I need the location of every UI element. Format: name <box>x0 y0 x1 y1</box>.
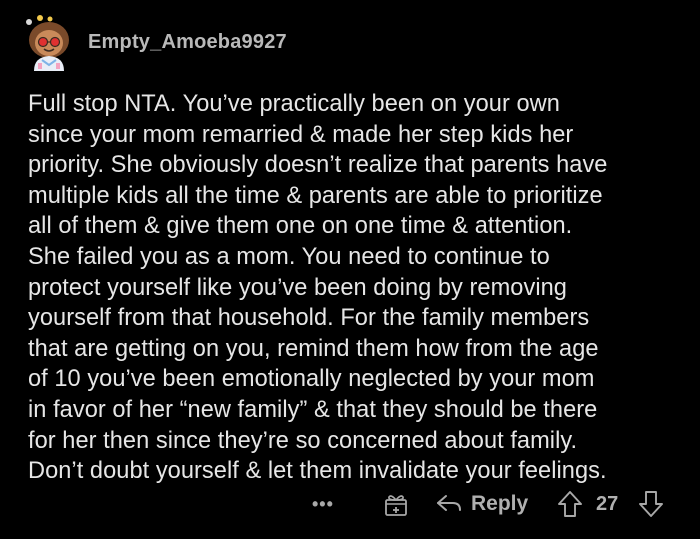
comment-line: in favor of her “new family” & that they… <box>28 396 598 423</box>
comment-line: that are getting on you, remind them how… <box>28 335 599 362</box>
comment-line: for her then since they’re so concerned … <box>28 427 578 454</box>
reply-arrow-icon <box>437 495 461 511</box>
comment-card: Empty_Amoeba9927 Full stop NTA. You’ve p… <box>0 0 700 539</box>
comment-line: all of them & give them one on one time … <box>28 213 573 240</box>
vote-score: 27 <box>596 492 619 515</box>
avatar-icon <box>26 15 69 71</box>
comment-line: She failed you as a mom. You need to con… <box>28 243 550 270</box>
gift-award-icon <box>385 495 407 516</box>
downvote-button[interactable] <box>638 484 664 524</box>
comment-line: priority. She obviously doesn’t realize … <box>28 152 608 179</box>
downvote-arrow-icon <box>639 491 663 517</box>
comment-line: Don’t doubt yourself & let them invalida… <box>28 458 607 485</box>
reply-button[interactable]: Reply <box>435 484 528 524</box>
reply-label: Reply <box>471 492 529 515</box>
username[interactable]: Empty_Amoeba9927 <box>88 31 287 54</box>
ellipsis-icon: ••• <box>312 493 334 514</box>
more-options-button[interactable]: ••• <box>312 484 334 524</box>
comment-line: yourself from that household. For the fa… <box>28 305 590 332</box>
comment-line: protect yourself like you’ve been doing … <box>28 274 567 301</box>
user-avatar[interactable] <box>20 13 78 71</box>
upvote-arrow-icon <box>558 491 582 517</box>
comment-line: of 10 you’ve been emotionally neglected … <box>28 366 595 393</box>
comment-line: Full stop NTA. You’ve practically been o… <box>28 91 560 117</box>
comment-action-bar: ••• Reply 27 <box>0 484 700 524</box>
comment-header: Empty_Amoeba9927 <box>20 10 287 74</box>
award-button[interactable] <box>383 484 409 524</box>
comment-body: Full stop NTA. You’ve practically been o… <box>28 89 688 487</box>
comment-line: since your mom remarried & made her step… <box>28 121 574 148</box>
comment-line: multiple kids all the time & parents are… <box>28 182 603 209</box>
upvote-button[interactable] <box>557 484 583 524</box>
